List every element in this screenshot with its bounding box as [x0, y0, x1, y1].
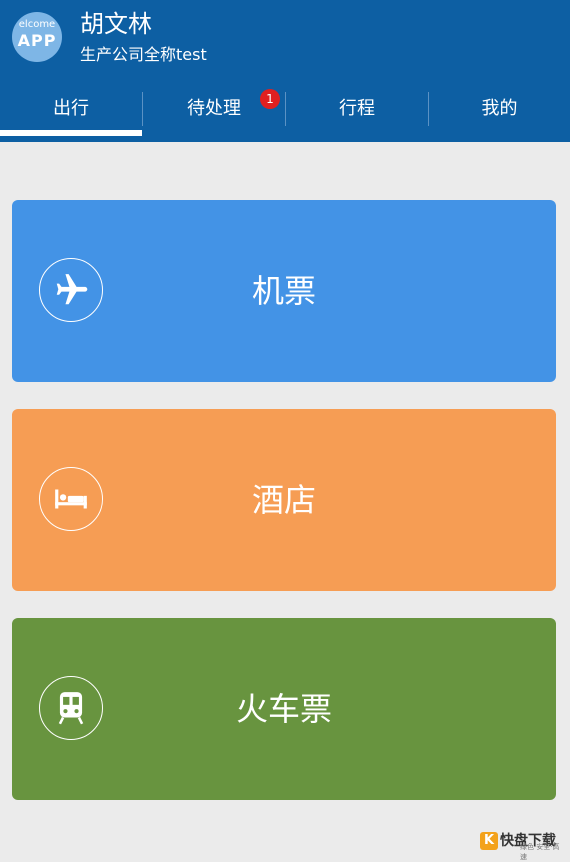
tab-trip[interactable]: 出行	[0, 88, 142, 130]
tab-bar: 出行 待处理 行程 我的	[0, 88, 570, 136]
app-header: elcome APP 胡文林 生产公司全称test 出行 待处理 行程 我的 1	[0, 0, 570, 142]
hotel-label: 酒店	[251, 481, 316, 519]
hotel-card[interactable]: 酒店	[12, 409, 556, 591]
avatar-text-top: elcome	[18, 19, 56, 30]
train-ticket-label: 火车票	[235, 690, 332, 728]
watermark-mark: K	[480, 832, 498, 850]
avatar[interactable]: elcome APP	[12, 12, 62, 62]
pending-count-badge: 1	[260, 89, 280, 109]
company-name: 生产公司全称test	[80, 45, 207, 64]
train-ticket-card[interactable]: 火车票	[12, 618, 556, 800]
tab-mine[interactable]: 我的	[429, 88, 570, 130]
watermark-tagline: 绿色·安全·高速	[520, 843, 560, 861]
flight-ticket-card[interactable]: 机票	[12, 200, 556, 382]
active-tab-indicator	[0, 130, 142, 136]
avatar-text-main: APP	[17, 31, 57, 50]
user-name: 胡文林	[80, 10, 152, 38]
flight-ticket-label: 机票	[251, 272, 316, 310]
watermark-logo: K 快盘下载 绿色·安全·高速	[480, 828, 566, 861]
tab-itinerary[interactable]: 行程	[286, 88, 428, 130]
